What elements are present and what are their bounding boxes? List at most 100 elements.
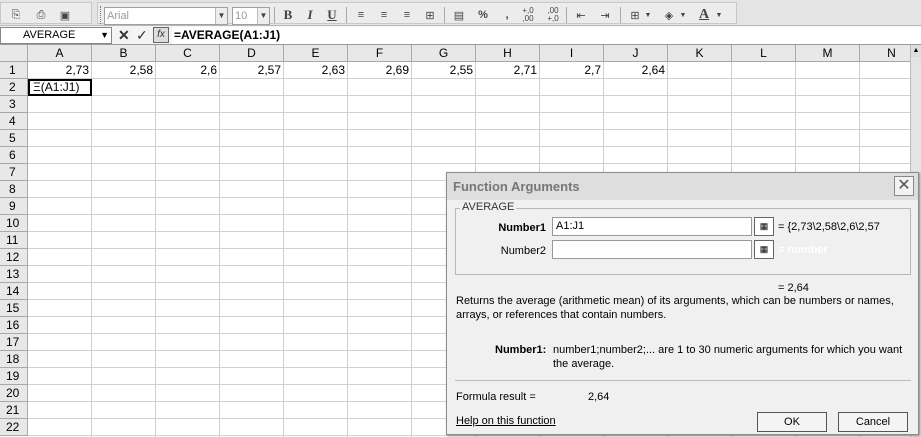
select-all-corner[interactable] — [0, 45, 28, 62]
comma-button[interactable]: , — [498, 6, 516, 24]
row-header[interactable]: 7 — [0, 164, 28, 181]
decrease-decimal-button[interactable]: ,00 +,0 — [544, 6, 562, 24]
formula-input[interactable]: =AVERAGE(A1:J1) — [172, 27, 921, 44]
number1-input[interactable]: A1:J1 — [552, 217, 752, 236]
chevron-down-icon: ▼ — [215, 8, 227, 24]
align-center-icon[interactable]: ≡ — [375, 6, 393, 24]
toolbar-grip[interactable] — [100, 6, 103, 24]
cell-value[interactable]: 2,69 — [348, 62, 412, 79]
close-icon[interactable]: ✕ — [894, 176, 914, 196]
chevron-down-icon[interactable]: ▼ — [678, 6, 688, 24]
chevron-down-icon[interactable]: ▼ — [643, 6, 653, 24]
row-header[interactable]: 9 — [0, 198, 28, 215]
collapse-dialog-icon[interactable]: ▦ — [754, 217, 774, 236]
row-header[interactable]: 12 — [0, 249, 28, 266]
cell-value[interactable]: 2,58 — [92, 62, 156, 79]
name-box[interactable]: AVERAGE ▼ — [0, 27, 112, 44]
increase-indent-icon[interactable]: ⇥ — [596, 6, 614, 24]
separator — [566, 7, 567, 23]
row-header[interactable]: 17 — [0, 334, 28, 351]
ok-button[interactable]: OK — [757, 412, 827, 432]
row-header[interactable]: 20 — [0, 385, 28, 402]
italic-button[interactable]: I — [301, 6, 319, 24]
column-header[interactable]: K — [668, 45, 732, 62]
underline-button[interactable]: U — [323, 6, 341, 24]
font-color-button[interactable]: A — [695, 6, 713, 24]
column-header[interactable]: H — [476, 45, 540, 62]
cancel-button[interactable]: Cancel — [838, 412, 908, 432]
borders-icon[interactable]: ⊞ — [626, 6, 644, 24]
currency-icon[interactable]: ▤ — [450, 6, 468, 24]
cell-value[interactable]: 2,57 — [220, 62, 284, 79]
row-header[interactable]: 1 — [0, 62, 28, 79]
row-header[interactable]: 15 — [0, 300, 28, 317]
arg2-result: = number — [778, 244, 828, 256]
column-header[interactable]: G — [412, 45, 476, 62]
column-header[interactable]: M — [796, 45, 860, 62]
cell-value[interactable]: 2,71 — [476, 62, 540, 79]
bold-button[interactable]: B — [279, 6, 297, 24]
merge-center-icon[interactable]: ⊞ — [421, 6, 439, 24]
row-header[interactable]: 2 — [0, 79, 28, 96]
active-cell-a2[interactable]: Ξ(A1:J1) — [28, 79, 92, 96]
row-header[interactable]: 6 — [0, 147, 28, 164]
column-header[interactable]: I — [540, 45, 604, 62]
column-header[interactable]: C — [156, 45, 220, 62]
toolbar-icon-2[interactable]: ⎙ — [32, 6, 50, 24]
row-header[interactable]: 4 — [0, 113, 28, 130]
dialog-title[interactable]: Function Arguments — [447, 173, 918, 200]
grid-line — [28, 129, 910, 130]
insert-function-button[interactable]: fx — [153, 27, 169, 43]
decrease-indent-icon[interactable]: ⇤ — [572, 6, 590, 24]
row-header[interactable]: 14 — [0, 283, 28, 300]
arg1-label: Number1 — [498, 222, 546, 234]
help-link[interactable]: Help on this function — [456, 415, 556, 427]
cell-value[interactable]: 2,55 — [412, 62, 476, 79]
align-left-icon[interactable]: ≡ — [352, 6, 370, 24]
toolbar-icon-1[interactable]: ⎘ — [7, 6, 25, 24]
cell-value[interactable]: 2,64 — [604, 62, 668, 79]
grid-line — [28, 146, 910, 147]
cell-value[interactable]: 2,73 — [28, 62, 92, 79]
function-description: Returns the average (arithmetic mean) of… — [456, 295, 894, 321]
collapse-dialog-icon[interactable]: ▦ — [754, 240, 774, 259]
chevron-down-icon[interactable]: ▼ — [714, 6, 724, 24]
column-header[interactable]: E — [284, 45, 348, 62]
grid-line — [219, 62, 220, 437]
row-header[interactable]: 5 — [0, 130, 28, 147]
row-header[interactable]: 8 — [0, 181, 28, 198]
cell-value[interactable]: 2,63 — [284, 62, 348, 79]
scroll-up-icon[interactable]: ▲ — [911, 45, 921, 57]
column-header[interactable]: F — [348, 45, 412, 62]
cancel-icon[interactable]: ✕ — [118, 27, 130, 44]
percent-button[interactable]: % — [474, 6, 492, 24]
font-name-select[interactable]: Arial ▼ — [104, 7, 228, 25]
toolbar-icon-3[interactable]: ▣ — [56, 6, 74, 24]
row-header[interactable]: 13 — [0, 266, 28, 283]
row-header[interactable]: 10 — [0, 215, 28, 232]
chevron-down-icon[interactable]: ▼ — [100, 28, 109, 43]
grid-line — [28, 95, 910, 96]
row-header[interactable]: 3 — [0, 96, 28, 113]
cell-value[interactable]: 2,7 — [540, 62, 604, 79]
fill-color-icon[interactable]: ◈ — [660, 6, 678, 24]
row-header[interactable]: 19 — [0, 368, 28, 385]
column-header[interactable]: J — [604, 45, 668, 62]
column-header[interactable]: D — [220, 45, 284, 62]
row-header[interactable]: 11 — [0, 232, 28, 249]
row-header[interactable]: 22 — [0, 419, 28, 436]
cell-value[interactable]: 2,6 — [156, 62, 220, 79]
row-header[interactable]: 16 — [0, 317, 28, 334]
row-header[interactable]: 21 — [0, 402, 28, 419]
column-header[interactable]: A — [28, 45, 92, 62]
increase-decimal-button[interactable]: +,0,00 — [519, 6, 537, 24]
row-header[interactable]: 18 — [0, 351, 28, 368]
align-right-icon[interactable]: ≡ — [398, 6, 416, 24]
enter-icon[interactable]: ✓ — [136, 27, 148, 44]
column-header[interactable]: B — [92, 45, 156, 62]
number2-input[interactable] — [552, 240, 752, 259]
column-header[interactable]: L — [732, 45, 796, 62]
font-size-select[interactable]: 10 ▼ — [232, 7, 270, 25]
separator — [346, 7, 347, 23]
font-name-value: Arial — [107, 10, 130, 22]
